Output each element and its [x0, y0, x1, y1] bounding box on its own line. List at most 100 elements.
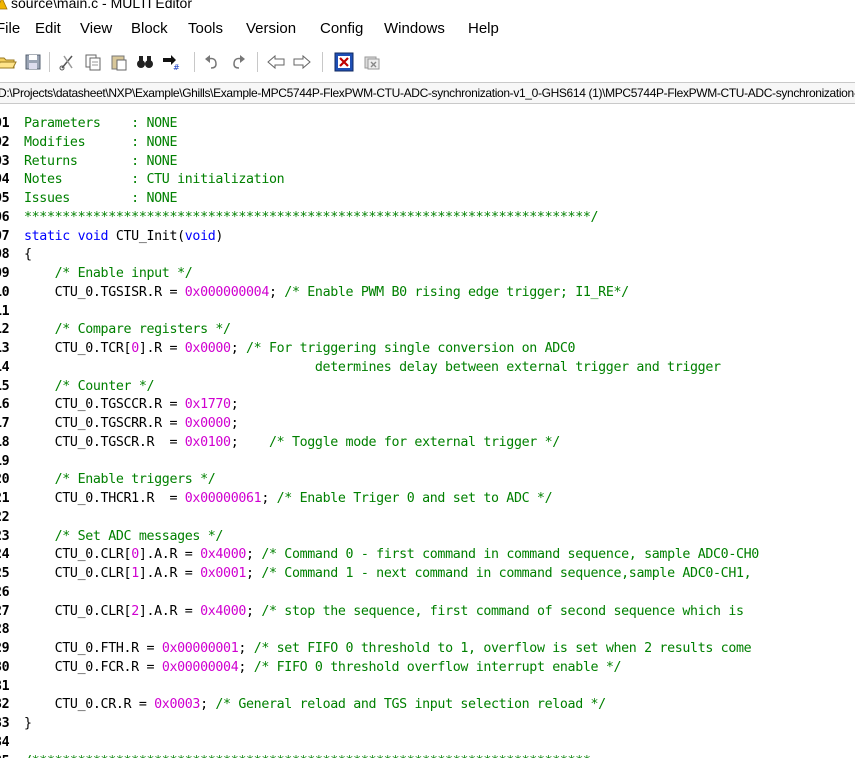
code-line[interactable]: 10 CTU_0.TGSISR.R = 0x000000004; /* Enab… — [0, 283, 855, 302]
line-number: 01 — [0, 116, 10, 131]
line-number: 08 — [0, 247, 10, 263]
menu-edit[interactable]: Edit — [33, 20, 63, 37]
code-line[interactable]: 31 — [0, 677, 855, 696]
code-line[interactable]: 03 Returns : NONE — [0, 152, 855, 171]
code-comment: /* Enable Triger 0 and set to ADC */ — [276, 491, 553, 506]
menu-version[interactable]: Version — [244, 20, 298, 37]
menu-file[interactable]: File — [0, 20, 22, 37]
code-token: CTU_0.CLR[ — [24, 603, 132, 619]
code-line[interactable]: 33} — [0, 714, 855, 733]
code-token: ; — [230, 434, 269, 450]
code-text: CTU_0.TGSCCR.R = 0x1770; — [24, 395, 239, 414]
line-number: 11 — [0, 303, 10, 319]
code-token: ; — [246, 566, 262, 581]
code-text: CTU_0.CLR[0].A.R = 0x4000; /* Command 0 … — [24, 545, 760, 564]
code-line[interactable]: 29 CTU_0.FTH.R = 0x00000001; /* set FIFO… — [0, 639, 855, 658]
code-editor[interactable]: 01Parameters : NONE02 Modifies : NONE03Re… — [0, 112, 855, 758]
code-text: Modifies : NONE — [24, 133, 177, 152]
code-number: 0x000000004 — [184, 284, 270, 300]
code-text: Issues : NONE — [24, 189, 177, 208]
code-line[interactable]: 35 /*************************************… — [0, 752, 855, 758]
code-line[interactable]: 02 Modifies : NONE — [0, 133, 855, 152]
code-number: 0 — [131, 547, 139, 563]
code-line[interactable]: 08 { — [0, 245, 855, 264]
title-bar: source\main.c - MULTI Editor — [0, 0, 855, 14]
find-icon[interactable] — [134, 51, 156, 73]
back-icon[interactable] — [265, 51, 287, 73]
code-text: CTU_0.TGSISR.R = 0x000000004; /* Enable … — [24, 283, 630, 302]
code-line[interactable]: 14 determines delay between external tri… — [0, 358, 855, 377]
code-line[interactable]: 12 /* Compare registers */ — [0, 320, 855, 339]
code-line[interactable]: 17 CTU_0.TGSCRR.R = 0x0000; — [0, 414, 855, 433]
code-line[interactable]: 24 CTU_0.CLR[0].A.R = 0x4000; /* Command… — [0, 545, 855, 564]
copy-icon[interactable] — [82, 51, 104, 73]
code-line[interactable]: 07 static void CTU_Init(void) — [0, 227, 855, 246]
code-line[interactable]: 27 CTU_0.CLR[2].A.R = 0x4000; /* stop th… — [0, 602, 855, 621]
menu-windows[interactable]: Windows — [382, 20, 447, 37]
code-number: 0x00000004 — [161, 659, 239, 675]
code-line[interactable]: 01 Parameters : NONE — [0, 114, 855, 133]
code-line[interactable]: 19 — [0, 452, 855, 471]
line-number: 22 — [0, 509, 10, 525]
code-line[interactable]: 21 CTU_0.THCR1.R = 0x00000061; /* Enable… — [0, 489, 855, 508]
cut-icon[interactable] — [56, 51, 78, 73]
code-token: ) — [215, 228, 224, 244]
code-number: 0x0000 — [184, 341, 231, 356]
code-line[interactable]: 20 /* Enable triggers */ — [0, 470, 855, 489]
code-line[interactable]: 18 CTU_0.TGSCR.R = 0x0100; /* Toggle mod… — [0, 433, 855, 452]
menu-tools[interactable]: Tools — [186, 20, 225, 37]
code-token: CTU_0.TGSCRR.R = — [24, 416, 185, 431]
paste-icon[interactable] — [108, 51, 130, 73]
code-line[interactable]: 22 — [0, 508, 855, 527]
code-text: determines delay between external trigge… — [24, 358, 721, 377]
code-comment: /* General reload and TGS input selectio… — [215, 697, 606, 713]
code-line[interactable]: 09 /* Enable input */ — [0, 264, 855, 283]
code-number: 0x00000001 — [161, 641, 239, 656]
code-line[interactable]: 16 CTU_0.TGSCCR.R = 0x1770; — [0, 395, 855, 414]
redo-icon[interactable] — [227, 51, 249, 73]
menu-help[interactable]: Help — [466, 20, 501, 37]
line-number: 05 — [0, 191, 10, 206]
menu-view[interactable]: View — [78, 20, 114, 37]
code-text: CTU_0.TGSCR.R = 0x0100; /* Toggle mode f… — [24, 433, 561, 452]
code-line[interactable]: 30 CTU_0.FCR.R = 0x00000004; /* FIFO 0 t… — [0, 658, 855, 677]
code-line[interactable]: 26 — [0, 583, 855, 602]
menu-config[interactable]: Config — [318, 20, 365, 37]
line-number: 32 — [0, 697, 10, 713]
menu-block[interactable]: Block — [129, 20, 170, 37]
code-line[interactable]: 11 — [0, 302, 855, 321]
save-icon[interactable] — [22, 51, 44, 73]
code-line[interactable]: 28 — [0, 620, 855, 639]
code-line[interactable]: 05 Issues : NONE — [0, 189, 855, 208]
forward-icon[interactable] — [291, 51, 313, 73]
code-line[interactable]: 25 CTU_0.CLR[1].A.R = 0x0001; /* Command… — [0, 564, 855, 583]
toolbar-separator — [194, 52, 195, 72]
line-number: 23 — [0, 528, 10, 544]
line-number: 13 — [0, 341, 10, 356]
line-number: 35 — [0, 752, 10, 758]
line-number: 20 — [0, 472, 10, 488]
goto-definition-icon[interactable]: # — [160, 51, 182, 73]
open-folder-icon[interactable] — [0, 51, 18, 73]
code-number: 0x0100 — [184, 434, 231, 450]
undo-icon[interactable] — [201, 51, 223, 73]
code-line[interactable]: 13 CTU_0.TCR[0].R = 0x0000; /* For trigg… — [0, 339, 855, 358]
code-line[interactable]: 34 — [0, 733, 855, 752]
code-line[interactable]: 06 **************************************… — [0, 208, 855, 227]
close-file-icon[interactable] — [333, 51, 355, 73]
file-path-bar: D:\Projects\datasheet\NXP\Example\Ghills… — [0, 82, 855, 104]
code-line[interactable]: 04 Notes : CTU initialization — [0, 170, 855, 189]
code-number: 0x0003 — [154, 697, 201, 713]
code-token: ; — [246, 603, 262, 619]
code-line[interactable]: 15 /* Counter */ — [0, 377, 855, 396]
line-number: 02 — [0, 134, 10, 150]
code-comment: /* Counter */ — [54, 378, 155, 394]
code-token: CTU_0.TGSCR.R = — [24, 434, 185, 450]
code-token: CTU_0.TGSISR.R = — [24, 284, 185, 300]
code-token: ].A.R = — [138, 547, 201, 563]
code-line[interactable]: 23 /* Set ADC messages */ — [0, 527, 855, 546]
code-text: CTU_0.THCR1.R = 0x00000061; /* Enable Tr… — [24, 489, 553, 508]
close-all-icon[interactable] — [361, 51, 383, 73]
code-line[interactable]: 32 CTU_0.CR.R = 0x0003; /* General reloa… — [0, 695, 855, 714]
